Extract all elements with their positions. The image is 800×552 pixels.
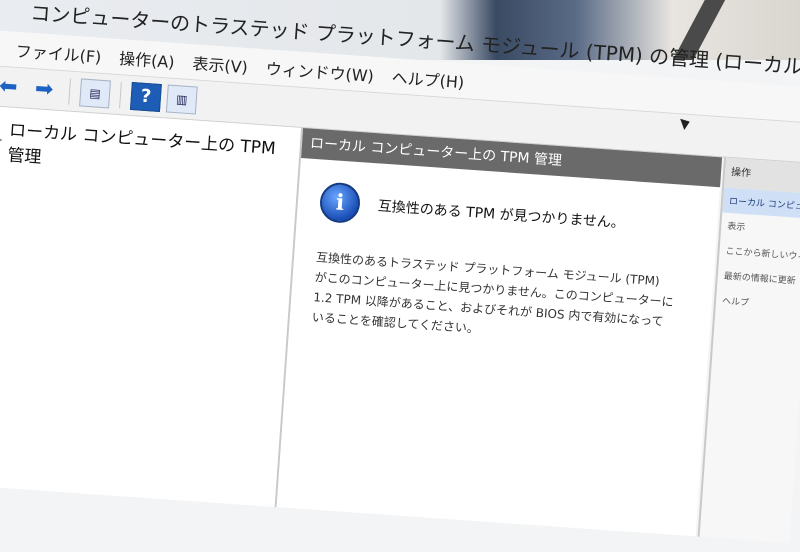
info-title: 互換性のある TPM が見つかりません。 bbox=[377, 198, 626, 232]
result-content: i 互換性のある TPM が見つかりません。 互換性のあるトラステッド プラット… bbox=[288, 158, 720, 371]
toolbar-separator bbox=[68, 78, 72, 105]
menu-window[interactable]: ウィンドウ(W) bbox=[265, 55, 375, 86]
result-pane: ローカル コンピューター上の TPM 管理 i 互換性のある TPM が見つかり… bbox=[276, 128, 723, 537]
mmc-window: コンピューターのトラステッド プラットフォーム モジュール (TPM) の管理 … bbox=[0, 0, 800, 543]
menu-view[interactable]: 表示(V) bbox=[192, 50, 249, 78]
back-arrow-icon[interactable]: ⬅ bbox=[0, 71, 24, 103]
actions-header: 操作 bbox=[724, 157, 800, 194]
tree-item-label: ローカル コンピューター上の TPM 管理 bbox=[6, 120, 277, 168]
info-message: i 互換性のある TPM が見つかりません。 bbox=[318, 181, 697, 247]
info-icon: i bbox=[318, 181, 362, 225]
toolbar-separator bbox=[119, 81, 122, 108]
show-hide-console-tree-icon[interactable]: ▤ bbox=[79, 77, 112, 108]
actions-item-help[interactable]: ヘルプ bbox=[715, 287, 800, 318]
menu-file[interactable]: ファイル(F) bbox=[15, 37, 102, 67]
console-tree: ローカル コンピューター上の TPM 管理 bbox=[0, 105, 304, 508]
tree-node-icon bbox=[0, 132, 3, 147]
show-hide-action-pane-icon[interactable]: ▥ bbox=[165, 83, 198, 115]
help-icon[interactable]: ? bbox=[130, 81, 162, 112]
menu-help[interactable]: ヘルプ(H) bbox=[391, 64, 465, 93]
forward-arrow-icon[interactable]: ➡ bbox=[28, 73, 60, 105]
info-body: 互換性のあるトラステッド プラットフォーム モジュール (TPM) がこのコンピ… bbox=[311, 250, 675, 336]
menu-action[interactable]: 操作(A) bbox=[119, 45, 176, 73]
